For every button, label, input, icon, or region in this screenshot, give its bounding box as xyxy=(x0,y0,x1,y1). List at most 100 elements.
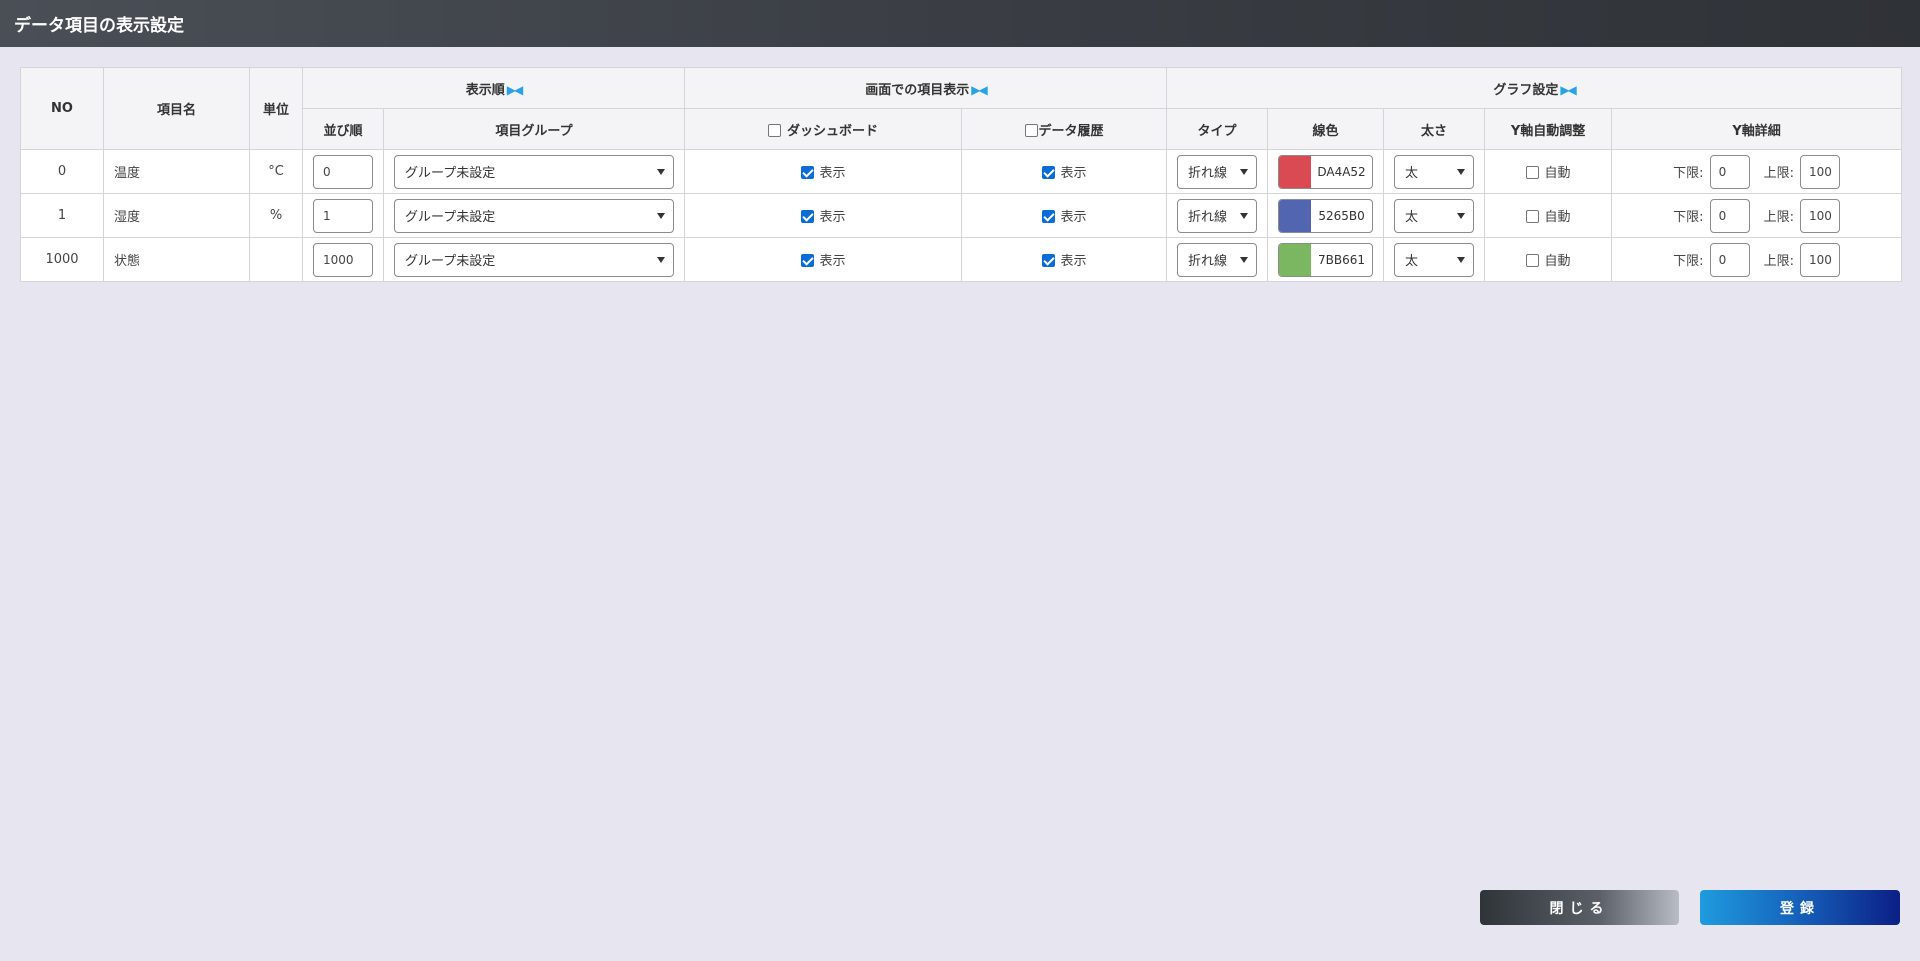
color-cell: 5265B0 xyxy=(1267,193,1385,238)
thickness-select[interactable]: 太 xyxy=(1394,154,1475,189)
table-row: 1000 状態 1000 グループ未設定 表示 表示 折れ線 7BB661 太 … xyxy=(20,237,1903,282)
upper-label: 上限: xyxy=(1763,210,1794,225)
order-cell: 0 xyxy=(302,149,384,194)
group-display-order: 表示順 ▶◀ xyxy=(301,67,686,109)
color-swatch[interactable] xyxy=(1279,199,1312,232)
color-hex-input[interactable]: DA4A52 xyxy=(1311,156,1372,188)
chevron-down-icon xyxy=(657,212,666,219)
col-data-history: データ履歴 xyxy=(961,108,1168,150)
order-input[interactable]: 1000 xyxy=(313,242,373,277)
y-detail-cell: 下限: 0 上限: 100 xyxy=(1611,193,1903,238)
history-checkbox[interactable] xyxy=(1041,166,1055,179)
order-input[interactable]: 1 xyxy=(313,198,373,233)
graph-type-select[interactable]: 折れ線 xyxy=(1177,198,1258,233)
col-item-group: 項目グループ xyxy=(382,108,686,150)
group-cell: グループ未設定 xyxy=(382,193,686,238)
col-no: NO xyxy=(20,67,104,150)
item-group-select[interactable]: グループ未設定 xyxy=(394,154,675,189)
table-row: 1 湿度 % 1 グループ未設定 表示 表示 折れ線 5265B0 太 自動 下… xyxy=(20,193,1903,238)
chevron-down-icon xyxy=(657,168,666,175)
show-label: 表示 xyxy=(1060,210,1087,225)
row-no: 0 xyxy=(20,149,104,194)
thickness-value: 太 xyxy=(1405,166,1419,181)
graph-type-select[interactable]: 折れ線 xyxy=(1177,154,1258,189)
row-name: 温度 xyxy=(103,149,250,194)
color-hex-input[interactable]: 5265B0 xyxy=(1311,200,1372,232)
dashboard-all-checkbox[interactable] xyxy=(768,123,781,137)
item-group-select[interactable]: グループ未設定 xyxy=(394,242,675,277)
y-lower-input[interactable]: 0 xyxy=(1709,154,1750,189)
history-checkbox[interactable] xyxy=(1041,254,1055,267)
thickness-cell: 太 xyxy=(1383,193,1486,238)
group-cell: グループ未設定 xyxy=(382,237,686,282)
order-input[interactable]: 0 xyxy=(313,154,373,189)
y-detail-cell: 下限: 0 上限: 100 xyxy=(1611,149,1903,194)
row-unit xyxy=(249,237,303,282)
col-name: 項目名 xyxy=(103,67,250,150)
register-button[interactable]: 登録 xyxy=(1700,890,1900,925)
upper-label: 上限: xyxy=(1763,254,1794,269)
col-y-detail: Y軸詳細 xyxy=(1611,108,1903,150)
row-no: 1 xyxy=(20,193,104,238)
show-label: 表示 xyxy=(819,254,846,269)
color-cell: 7BB661 xyxy=(1267,237,1385,282)
history-checkbox[interactable] xyxy=(1041,210,1055,223)
thickness-select[interactable]: 太 xyxy=(1394,198,1475,233)
y-upper-input[interactable]: 100 xyxy=(1799,198,1840,233)
lower-label: 下限: xyxy=(1673,166,1704,181)
group-screen-display: 画面での項目表示 ▶◀ xyxy=(684,67,1168,109)
y-upper-input[interactable]: 100 xyxy=(1799,154,1840,189)
thickness-select[interactable]: 太 xyxy=(1394,242,1475,277)
auto-label: 自動 xyxy=(1544,254,1571,269)
y-auto-cell: 自動 xyxy=(1484,149,1613,194)
dashboard-cell: 表示 xyxy=(684,193,963,238)
order-cell: 1 xyxy=(302,193,384,238)
y-upper-input[interactable]: 100 xyxy=(1799,242,1840,277)
dashboard-checkbox[interactable] xyxy=(800,254,814,267)
type-cell: 折れ線 xyxy=(1166,149,1269,194)
item-group-select[interactable]: グループ未設定 xyxy=(394,198,675,233)
graph-type-value: 折れ線 xyxy=(1188,166,1228,181)
y-auto-checkbox[interactable] xyxy=(1525,254,1539,267)
history-all-checkbox[interactable] xyxy=(1024,123,1038,137)
col-thickness: 太さ xyxy=(1383,108,1486,150)
graph-type-value: 折れ線 xyxy=(1188,254,1228,269)
close-button[interactable]: 閉じる xyxy=(1480,890,1679,925)
line-color-picker[interactable]: 5265B0 xyxy=(1278,198,1374,233)
type-cell: 折れ線 xyxy=(1166,237,1269,282)
dashboard-cell: 表示 xyxy=(684,237,963,282)
y-auto-cell: 自動 xyxy=(1484,193,1613,238)
collapse-toggle-icon[interactable]: ▶◀ xyxy=(1560,83,1577,97)
collapse-toggle-icon[interactable]: ▶◀ xyxy=(971,83,988,97)
auto-label: 自動 xyxy=(1544,210,1571,225)
dashboard-cell: 表示 xyxy=(684,149,963,194)
upper-label: 上限: xyxy=(1763,166,1794,181)
y-lower-input[interactable]: 0 xyxy=(1709,198,1750,233)
show-label: 表示 xyxy=(1060,166,1087,181)
thickness-value: 太 xyxy=(1405,254,1419,269)
history-cell: 表示 xyxy=(961,237,1168,282)
color-hex-input[interactable]: 7BB661 xyxy=(1311,244,1372,276)
col-dashboard: ダッシュボード xyxy=(684,108,963,150)
collapse-toggle-icon[interactable]: ▶◀ xyxy=(507,83,524,97)
y-auto-checkbox[interactable] xyxy=(1525,166,1539,179)
item-group-value: グループ未設定 xyxy=(405,210,496,225)
dashboard-checkbox[interactable] xyxy=(800,210,814,223)
graph-type-select[interactable]: 折れ線 xyxy=(1177,242,1258,277)
dashboard-checkbox[interactable] xyxy=(800,166,814,179)
color-swatch[interactable] xyxy=(1279,243,1312,276)
lower-label: 下限: xyxy=(1673,210,1704,225)
row-no: 1000 xyxy=(20,237,104,282)
y-auto-checkbox[interactable] xyxy=(1525,210,1539,223)
line-color-picker[interactable]: 7BB661 xyxy=(1278,242,1374,277)
chevron-down-icon xyxy=(657,256,666,263)
y-lower-input[interactable]: 0 xyxy=(1709,242,1750,277)
y-range: 下限: 0 上限: 100 xyxy=(1612,242,1901,277)
chevron-down-icon xyxy=(1457,168,1466,175)
y-range: 下限: 0 上限: 100 xyxy=(1612,198,1901,233)
y-detail-cell: 下限: 0 上限: 100 xyxy=(1611,237,1903,282)
line-color-picker[interactable]: DA4A52 xyxy=(1278,154,1374,189)
color-swatch[interactable] xyxy=(1279,155,1312,188)
row-name: 状態 xyxy=(103,237,250,282)
page-title: データ項目の表示設定 xyxy=(0,0,1920,47)
